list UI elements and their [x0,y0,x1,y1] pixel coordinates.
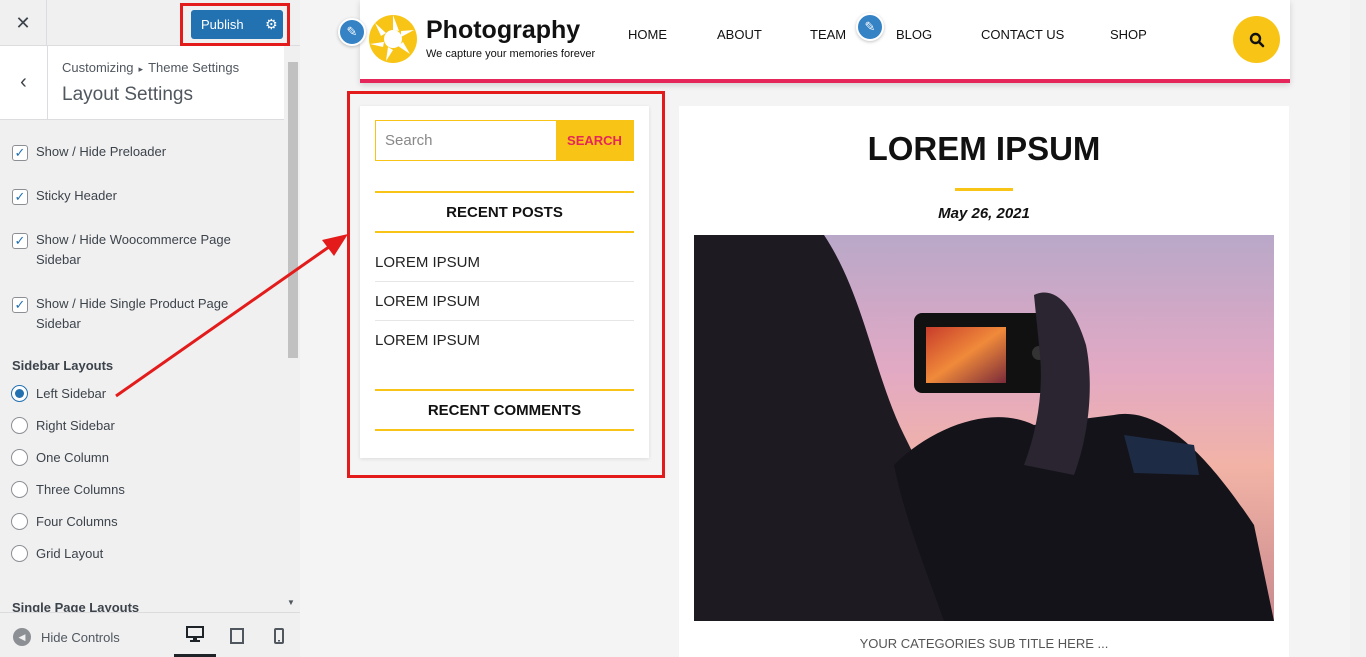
collapse-left-icon: ◀ [13,628,31,646]
scroll-down-arrow-icon[interactable]: ▼ [287,598,295,607]
tablet-icon [230,627,244,644]
nav-home[interactable]: HOME [628,27,667,42]
edit-logo-shortcut[interactable]: ✎ [338,18,366,46]
radio-control[interactable] [11,417,28,434]
radio-control[interactable] [11,545,28,562]
site-title[interactable]: Photography [426,16,580,45]
breadcrumb: Customizing ▸ Theme Settings [62,60,239,75]
single-page-layouts-title: Single Page Layouts [12,600,140,612]
sidebar-layouts-title: Sidebar Layouts [12,358,114,373]
category-subtitle: YOUR CATEGORIES SUB TITLE HERE ... [859,636,1109,651]
checkbox-single-product-sidebar[interactable]: ✓ Show / Hide Single Product Page Sideba… [12,294,256,334]
section-title: Layout Settings [62,84,193,105]
checkbox-control[interactable]: ✓ [12,145,28,161]
breadcrumb-root: Customizing [62,60,134,75]
post-title[interactable]: LOREM IPSUM [679,130,1289,168]
close-customizer-button[interactable]: ✕ [0,0,47,46]
breadcrumb-section: Theme Settings [148,60,240,75]
nav-contact-us[interactable]: CONTACT US [981,27,1064,42]
radio-three-columns[interactable]: Three Columns [11,481,125,498]
checkbox-label: Sticky Header [36,188,117,203]
site-tagline: We capture your memories forever [426,48,596,60]
scrollbar-thumb[interactable] [288,62,298,358]
checkbox-control[interactable]: ✓ [12,233,28,249]
checkbox-control[interactable]: ✓ [12,189,28,205]
desktop-icon [186,625,204,642]
left-sidebar: SEARCH RECENT POSTS LOREM IPSUM LOREM IP… [360,106,649,458]
mobile-icon [274,627,284,644]
checkbox-label: Show / Hide Preloader [36,144,167,159]
radio-label: Right Sidebar [36,418,115,433]
radio-right-sidebar[interactable]: Right Sidebar [11,417,115,434]
checkbox-preloader[interactable]: ✓ Show / Hide Preloader [12,142,256,162]
nav-team[interactable]: TEAM [810,27,846,42]
customizer-panel: ✕ Publish ⚙ ‹ Customizing ▸ Theme Settings… [0,0,300,657]
hide-controls-button[interactable]: ◀ Hide Controls [13,628,120,646]
close-icon: ✕ [15,12,31,33]
post-date: May 26, 2021 [938,205,1030,222]
radio-label: Four Columns [36,514,118,529]
recent-posts-heading: RECENT POSTS [375,191,634,233]
radio-four-columns[interactable]: Four Columns [11,513,118,530]
radio-left-sidebar[interactable]: Left Sidebar [11,385,106,402]
camera-aperture-logo-icon [369,15,417,63]
radio-label: Left Sidebar [36,386,107,401]
controls-scrollbar[interactable] [284,46,300,612]
header-search-button[interactable] [1233,16,1280,63]
checkbox-control[interactable]: ✓ [12,297,28,313]
site-header: ✎ Photography We capture your memories f… [338,0,1290,83]
nav-blog[interactable]: BLOG [896,27,932,42]
radio-label: One Column [36,450,109,465]
title-divider [955,188,1013,191]
chevron-left-icon: ‹ [20,71,27,93]
radio-control[interactable] [11,513,28,530]
blog-post: LOREM IPSUM May 26, 2021 YOUR CATEGORIES… [679,106,1289,657]
publish-button[interactable]: Publish ⚙ [191,10,283,39]
recent-post-link[interactable]: LOREM IPSUM [375,321,634,360]
site-preview: ✎ Photography We capture your memories f… [300,0,1350,657]
search-icon [1249,32,1264,47]
publish-label: Publish [201,17,244,32]
checkbox-sticky-header[interactable]: ✓ Sticky Header [12,186,256,206]
checkbox-woocommerce-sidebar[interactable]: ✓ Show / Hide Woocommerce Page Sidebar [12,230,256,270]
tablet-preview-button[interactable] [216,613,258,657]
controls-list: ✓ Show / Hide Preloader ✓ Sticky Header … [0,120,284,612]
pencil-icon: ✎ [338,18,366,46]
nav-shop[interactable]: SHOP [1110,27,1147,42]
radio-control[interactable] [11,449,28,466]
gear-icon[interactable]: ⚙ [265,16,278,33]
radio-one-column[interactable]: One Column [11,449,109,466]
radio-control[interactable] [11,481,28,498]
nav-about[interactable]: ABOUT [717,27,762,42]
recent-post-link[interactable]: LOREM IPSUM [375,282,634,321]
pencil-icon: ✎ [856,13,884,41]
radio-label: Grid Layout [36,546,104,561]
mobile-preview-button[interactable] [258,613,300,657]
edit-menu-shortcut[interactable]: ✎ [856,13,884,41]
post-featured-image[interactable] [694,235,1274,621]
breadcrumb-separator-icon: ▸ [138,64,144,74]
sidebar-search-input[interactable] [376,121,556,160]
checkbox-label: Show / Hide Single Product Page Sidebar [36,296,229,331]
customizer-footer: ◀ Hide Controls [0,612,300,657]
hide-controls-label: Hide Controls [41,629,120,645]
sidebar-search-button[interactable]: SEARCH [556,121,633,160]
recent-post-link[interactable]: LOREM IPSUM [375,243,634,282]
radio-control[interactable] [11,385,28,402]
radio-grid-layout[interactable]: Grid Layout [11,545,103,562]
recent-comments-heading: RECENT COMMENTS [375,389,634,431]
sidebar-search-form: SEARCH [375,120,634,161]
back-button[interactable]: ‹ [0,46,48,119]
desktop-preview-button[interactable] [174,613,216,657]
photographer-image [694,235,1274,621]
section-header: ‹ Customizing ▸ Theme Settings Layout Sett… [0,46,284,120]
radio-label: Three Columns [36,482,125,497]
customizer-header: ✕ Publish ⚙ [0,0,300,46]
checkbox-label: Show / Hide Woocommerce Page Sidebar [36,232,231,267]
